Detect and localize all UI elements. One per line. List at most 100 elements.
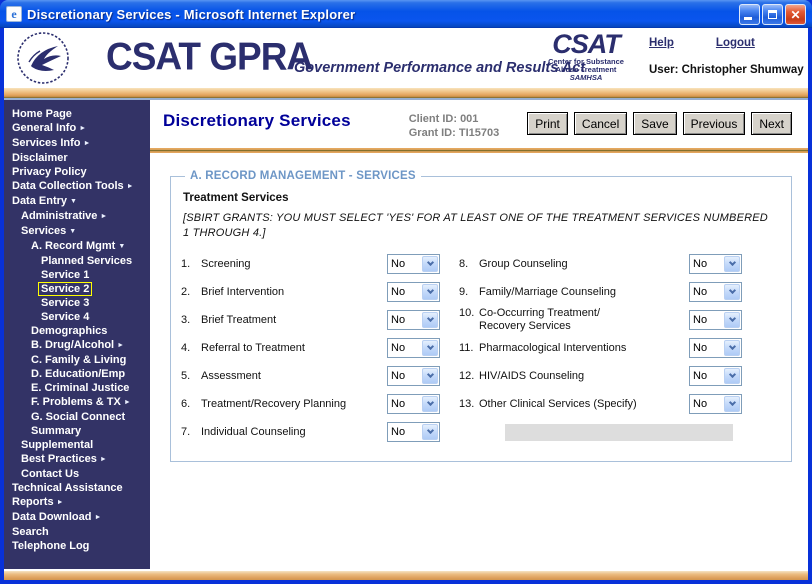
chevron-down-icon — [724, 368, 740, 384]
service-10-select[interactable]: No — [689, 310, 742, 330]
chevron-collapsed-icon: ► — [100, 213, 107, 220]
sidebar-item-summary[interactable]: Summary — [4, 424, 150, 438]
logout-link[interactable]: Logout — [716, 37, 755, 49]
sidebar-item-disclaimer[interactable]: Disclaimer — [4, 151, 150, 165]
service-9-label: 9.Family/Marriage Counseling — [459, 286, 679, 299]
service-11-select[interactable]: No — [689, 338, 742, 358]
sidebar-item-data-download[interactable]: Data Download► — [4, 510, 150, 525]
sidebar-item-search[interactable]: Search — [4, 525, 150, 539]
sidebar-item-label: C. Family & Living — [31, 354, 126, 366]
app-logo-text: CSAT GPRA — [106, 35, 312, 79]
record-management-section: A. RECORD MANAGEMENT - SERVICES Treatmen… — [170, 170, 792, 462]
print-button[interactable]: Print — [527, 112, 568, 135]
chevron-expanded-icon: ▼ — [118, 243, 125, 250]
sidebar-item-service-4[interactable]: Service 4 — [4, 310, 150, 324]
chevron-collapsed-icon: ► — [83, 140, 90, 147]
sidebar-item-label: Summary — [31, 425, 81, 437]
sidebar-item-label: Services Info — [12, 137, 80, 149]
sidebar-item-label: Best Practices — [21, 453, 97, 465]
service-5-label: 5.Assessment — [181, 370, 377, 383]
chevron-collapsed-icon: ► — [100, 456, 107, 463]
cancel-button[interactable]: Cancel — [574, 112, 627, 135]
sidebar-item-label: B. Drug/Alcohol — [31, 339, 114, 351]
sidebar-item-technical-assistance[interactable]: Technical Assistance — [4, 481, 150, 495]
sidebar-item-telephone-log[interactable]: Telephone Log — [4, 539, 150, 553]
sidebar-item-data-entry[interactable]: Data Entry▼ — [4, 194, 150, 209]
chevron-down-icon — [422, 424, 438, 440]
sidebar-item-g-social-connect[interactable]: G. Social Connect — [4, 410, 150, 424]
page-title: Discretionary Services — [163, 111, 351, 131]
sidebar-item-demographics[interactable]: Demographics — [4, 324, 150, 338]
csat-logo: CSAT Center for Substance Abuse Treatmen… — [540, 30, 632, 82]
section-legend: A. RECORD MANAGEMENT - SERVICES — [185, 170, 421, 182]
service-8-label: 8.Group Counseling — [459, 258, 679, 271]
service-7-select[interactable]: No — [387, 422, 440, 442]
help-link[interactable]: Help — [649, 37, 674, 49]
other-clinical-services-specify-input — [505, 424, 733, 441]
chevron-expanded-icon: ▼ — [70, 198, 77, 205]
sidebar-item-general-info[interactable]: General Info► — [4, 121, 150, 136]
service-9-select[interactable]: No — [689, 282, 742, 302]
chevron-down-icon — [422, 312, 438, 328]
maximize-icon — [768, 10, 777, 19]
service-4-select[interactable]: No — [387, 338, 440, 358]
sidebar-item-c-family-living[interactable]: C. Family & Living — [4, 353, 150, 367]
sidebar-item-contact-us[interactable]: Contact Us — [4, 467, 150, 481]
service-3-label: 3.Brief Treatment — [181, 314, 377, 327]
service-8-select[interactable]: No — [689, 254, 742, 274]
service-6-select[interactable]: No — [387, 394, 440, 414]
next-button[interactable]: Next — [751, 112, 792, 135]
select-value: No — [388, 426, 421, 438]
chevron-down-icon — [724, 256, 740, 272]
window-title: Discretionary Services - Microsoft Inter… — [27, 7, 355, 22]
save-button[interactable]: Save — [633, 112, 676, 135]
previous-button[interactable]: Previous — [683, 112, 746, 135]
sidebar-item-home-page[interactable]: Home Page — [4, 107, 150, 121]
chevron-expanded-icon: ▼ — [69, 228, 76, 235]
sidebar-item-planned-services[interactable]: Planned Services — [4, 254, 150, 268]
sidebar-item-label: G. Social Connect — [31, 411, 125, 423]
sidebar-item-service-1[interactable]: Service 1 — [4, 268, 150, 282]
sidebar-item-label: Service 4 — [41, 311, 89, 323]
service-4-label: 4.Referral to Treatment — [181, 342, 377, 355]
header-links: Help Logout — [649, 37, 755, 49]
sidebar-item-privacy-policy[interactable]: Privacy Policy — [4, 165, 150, 179]
sidebar-item-administrative[interactable]: Administrative► — [4, 209, 150, 224]
select-value: No — [690, 370, 723, 382]
sidebar-item-label: Privacy Policy — [12, 166, 87, 178]
sidebar-item-d-education-emp[interactable]: D. Education/Emp — [4, 367, 150, 381]
sidebar-item-reports[interactable]: Reports► — [4, 495, 150, 510]
chevron-collapsed-icon: ► — [94, 514, 101, 521]
browser-window: e Discretionary Services - Microsoft Int… — [0, 0, 812, 584]
chevron-collapsed-icon: ► — [79, 125, 86, 132]
sidebar-item-label: Home Page — [12, 108, 72, 120]
close-button[interactable]: ✕ — [785, 4, 806, 25]
service-12-select[interactable]: No — [689, 366, 742, 386]
service-13-select[interactable]: No — [689, 394, 742, 414]
sidebar-item-label: Demographics — [31, 325, 107, 337]
sidebar-item-services[interactable]: Services▼ — [4, 224, 150, 239]
page-header-rule — [150, 148, 808, 153]
service-5-select[interactable]: No — [387, 366, 440, 386]
select-value: No — [690, 398, 723, 410]
minimize-button[interactable] — [739, 4, 760, 25]
service-2-select[interactable]: No — [387, 282, 440, 302]
sidebar-item-service-3[interactable]: Service 3 — [4, 296, 150, 310]
service-3-select[interactable]: No — [387, 310, 440, 330]
service-1-select[interactable]: No — [387, 254, 440, 274]
maximize-button[interactable] — [762, 4, 783, 25]
select-value: No — [388, 286, 421, 298]
sidebar-item-service-2[interactable]: Service 2 — [4, 282, 150, 296]
service-10-label: 10.Co-Occurring Treatment/Recovery Servi… — [459, 307, 679, 333]
sidebar-item-services-info[interactable]: Services Info► — [4, 136, 150, 151]
sidebar-item-best-practices[interactable]: Best Practices► — [4, 452, 150, 467]
sidebar-item-a-record-mgmt[interactable]: A. Record Mgmt▼ — [4, 239, 150, 254]
sidebar-item-supplemental[interactable]: Supplemental — [4, 438, 150, 452]
sidebar-item-f-problems-tx[interactable]: F. Problems & TX► — [4, 395, 150, 410]
footer-bar — [4, 571, 808, 580]
sidebar-item-e-criminal-justice[interactable]: E. Criminal Justice — [4, 381, 150, 395]
select-value: No — [690, 314, 723, 326]
sidebar-item-data-collection-tools[interactable]: Data Collection Tools► — [4, 179, 150, 194]
minimize-icon — [744, 17, 752, 20]
sidebar-item-b-drug-alcohol[interactable]: B. Drug/Alcohol► — [4, 338, 150, 353]
